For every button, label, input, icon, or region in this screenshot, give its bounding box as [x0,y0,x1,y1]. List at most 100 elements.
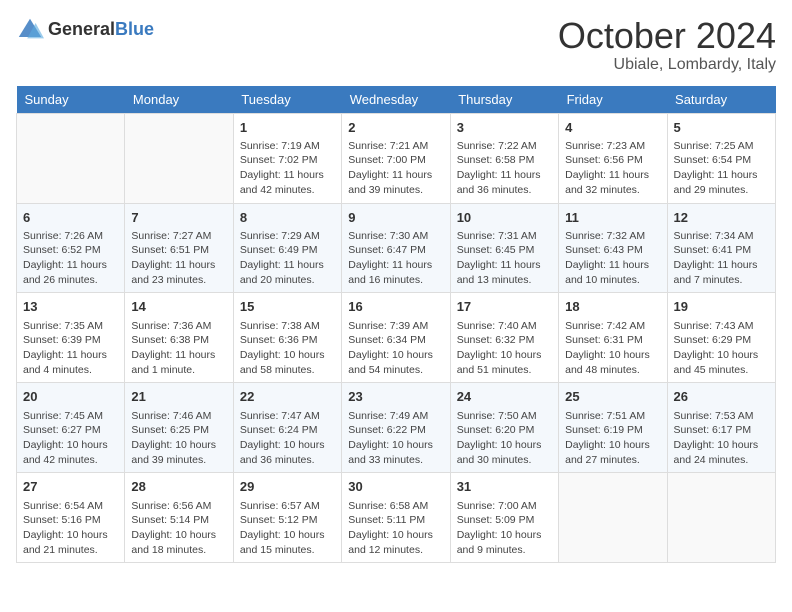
day-info: Sunrise: 7:45 AMSunset: 6:27 PMDaylight:… [23,409,118,468]
day-number: 31 [457,478,552,496]
day-info: Sunrise: 6:56 AMSunset: 5:14 PMDaylight:… [131,499,226,558]
day-info: Sunrise: 7:27 AMSunset: 6:51 PMDaylight:… [131,229,226,288]
day-info: Sunrise: 6:58 AMSunset: 5:11 PMDaylight:… [348,499,443,558]
day-number: 23 [348,388,443,406]
day-info: Sunrise: 7:00 AMSunset: 5:09 PMDaylight:… [457,499,552,558]
day-number: 28 [131,478,226,496]
column-header-friday: Friday [559,86,667,114]
column-header-thursday: Thursday [450,86,558,114]
day-info: Sunrise: 7:31 AMSunset: 6:45 PMDaylight:… [457,229,552,288]
calendar-table: SundayMondayTuesdayWednesdayThursdayFrid… [16,86,776,564]
calendar-cell: 7 Sunrise: 7:27 AMSunset: 6:51 PMDaylight… [125,203,233,293]
day-number: 2 [348,119,443,137]
day-info: Sunrise: 7:35 AMSunset: 6:39 PMDaylight:… [23,319,118,378]
calendar-cell: 9 Sunrise: 7:30 AMSunset: 6:47 PMDaylight… [342,203,450,293]
day-info: Sunrise: 7:50 AMSunset: 6:20 PMDaylight:… [457,409,552,468]
day-number: 8 [240,209,335,227]
calendar-cell: 25 Sunrise: 7:51 AMSunset: 6:19 PMDayligh… [559,383,667,473]
day-number: 6 [23,209,118,227]
calendar-cell: 10 Sunrise: 7:31 AMSunset: 6:45 PMDayligh… [450,203,558,293]
day-number: 10 [457,209,552,227]
logo-text-general: General [48,20,115,40]
day-info: Sunrise: 7:42 AMSunset: 6:31 PMDaylight:… [565,319,660,378]
day-info: Sunrise: 7:39 AMSunset: 6:34 PMDaylight:… [348,319,443,378]
day-info: Sunrise: 7:25 AMSunset: 6:54 PMDaylight:… [674,139,769,198]
day-info: Sunrise: 7:22 AMSunset: 6:58 PMDaylight:… [457,139,552,198]
logo-icon [16,16,44,44]
day-number: 19 [674,298,769,316]
day-info: Sunrise: 7:36 AMSunset: 6:38 PMDaylight:… [131,319,226,378]
day-number: 20 [23,388,118,406]
calendar-cell: 4 Sunrise: 7:23 AMSunset: 6:56 PMDaylight… [559,113,667,203]
calendar-cell: 16 Sunrise: 7:39 AMSunset: 6:34 PMDayligh… [342,293,450,383]
day-number: 24 [457,388,552,406]
day-number: 7 [131,209,226,227]
day-info: Sunrise: 7:53 AMSunset: 6:17 PMDaylight:… [674,409,769,468]
day-info: Sunrise: 7:49 AMSunset: 6:22 PMDaylight:… [348,409,443,468]
day-info: Sunrise: 7:29 AMSunset: 6:49 PMDaylight:… [240,229,335,288]
day-number: 12 [674,209,769,227]
page-header: GeneralBlue October 2024 Ubiale, Lombard… [16,16,776,74]
calendar-cell: 6Sunrise: 7:26 AMSunset: 6:52 PMDaylight… [17,203,125,293]
logo: GeneralBlue [16,16,154,44]
calendar-cell: 28 Sunrise: 6:56 AMSunset: 5:14 PMDayligh… [125,473,233,563]
day-number: 5 [674,119,769,137]
calendar-cell [125,113,233,203]
calendar-header-row: SundayMondayTuesdayWednesdayThursdayFrid… [17,86,776,114]
calendar-cell [667,473,775,563]
calendar-cell: 19Sunrise: 7:43 AMSunset: 6:29 PMDayligh… [667,293,775,383]
calendar-cell: 31 Sunrise: 7:00 AMSunset: 5:09 PMDayligh… [450,473,558,563]
day-info: Sunrise: 7:32 AMSunset: 6:43 PMDaylight:… [565,229,660,288]
day-number: 17 [457,298,552,316]
column-header-wednesday: Wednesday [342,86,450,114]
day-number: 30 [348,478,443,496]
day-number: 21 [131,388,226,406]
day-info: Sunrise: 7:19 AMSunset: 7:02 PMDaylight:… [240,139,335,198]
calendar-cell: 3 Sunrise: 7:22 AMSunset: 6:58 PMDaylight… [450,113,558,203]
calendar-cell: 2 Sunrise: 7:21 AMSunset: 7:00 PMDaylight… [342,113,450,203]
logo-text-blue: Blue [115,20,154,40]
calendar-cell: 27 Sunrise: 6:54 AMSunset: 5:16 PMDayligh… [17,473,125,563]
day-number: 25 [565,388,660,406]
calendar-week-row: 6Sunrise: 7:26 AMSunset: 6:52 PMDaylight… [17,203,776,293]
location-title: Ubiale, Lombardy, Italy [558,56,776,74]
calendar-week-row: 13Sunrise: 7:35 AMSunset: 6:39 PMDayligh… [17,293,776,383]
calendar-cell [17,113,125,203]
day-info: Sunrise: 7:47 AMSunset: 6:24 PMDaylight:… [240,409,335,468]
day-info: Sunrise: 7:40 AMSunset: 6:32 PMDaylight:… [457,319,552,378]
calendar-cell: 20 Sunrise: 7:45 AMSunset: 6:27 PMDayligh… [17,383,125,473]
day-info: Sunrise: 6:54 AMSunset: 5:16 PMDaylight:… [23,499,118,558]
day-number: 4 [565,119,660,137]
day-number: 14 [131,298,226,316]
calendar-cell: 26 Sunrise: 7:53 AMSunset: 6:17 PMDayligh… [667,383,775,473]
day-number: 11 [565,209,660,227]
day-number: 22 [240,388,335,406]
day-info: Sunrise: 7:30 AMSunset: 6:47 PMDaylight:… [348,229,443,288]
calendar-cell: 14 Sunrise: 7:36 AMSunset: 6:38 PMDayligh… [125,293,233,383]
column-header-saturday: Saturday [667,86,775,114]
day-info: Sunrise: 7:23 AMSunset: 6:56 PMDaylight:… [565,139,660,198]
calendar-cell: 12Sunrise: 7:34 AMSunset: 6:41 PMDayligh… [667,203,775,293]
calendar-week-row: 20 Sunrise: 7:45 AMSunset: 6:27 PMDayligh… [17,383,776,473]
day-number: 18 [565,298,660,316]
column-header-monday: Monday [125,86,233,114]
day-number: 27 [23,478,118,496]
day-number: 16 [348,298,443,316]
calendar-week-row: 27 Sunrise: 6:54 AMSunset: 5:16 PMDayligh… [17,473,776,563]
day-number: 3 [457,119,552,137]
column-header-tuesday: Tuesday [233,86,341,114]
calendar-cell [559,473,667,563]
calendar-cell: 30 Sunrise: 6:58 AMSunset: 5:11 PMDayligh… [342,473,450,563]
day-info: Sunrise: 7:21 AMSunset: 7:00 PMDaylight:… [348,139,443,198]
day-info: Sunrise: 7:51 AMSunset: 6:19 PMDaylight:… [565,409,660,468]
calendar-cell: 21Sunrise: 7:46 AMSunset: 6:25 PMDayligh… [125,383,233,473]
day-number: 26 [674,388,769,406]
day-number: 1 [240,119,335,137]
calendar-cell: 23 Sunrise: 7:49 AMSunset: 6:22 PMDayligh… [342,383,450,473]
column-header-sunday: Sunday [17,86,125,114]
calendar-cell: 24 Sunrise: 7:50 AMSunset: 6:20 PMDayligh… [450,383,558,473]
month-title: October 2024 [558,16,776,56]
day-number: 9 [348,209,443,227]
title-section: October 2024 Ubiale, Lombardy, Italy [558,16,776,74]
day-info: Sunrise: 6:57 AMSunset: 5:12 PMDaylight:… [240,499,335,558]
